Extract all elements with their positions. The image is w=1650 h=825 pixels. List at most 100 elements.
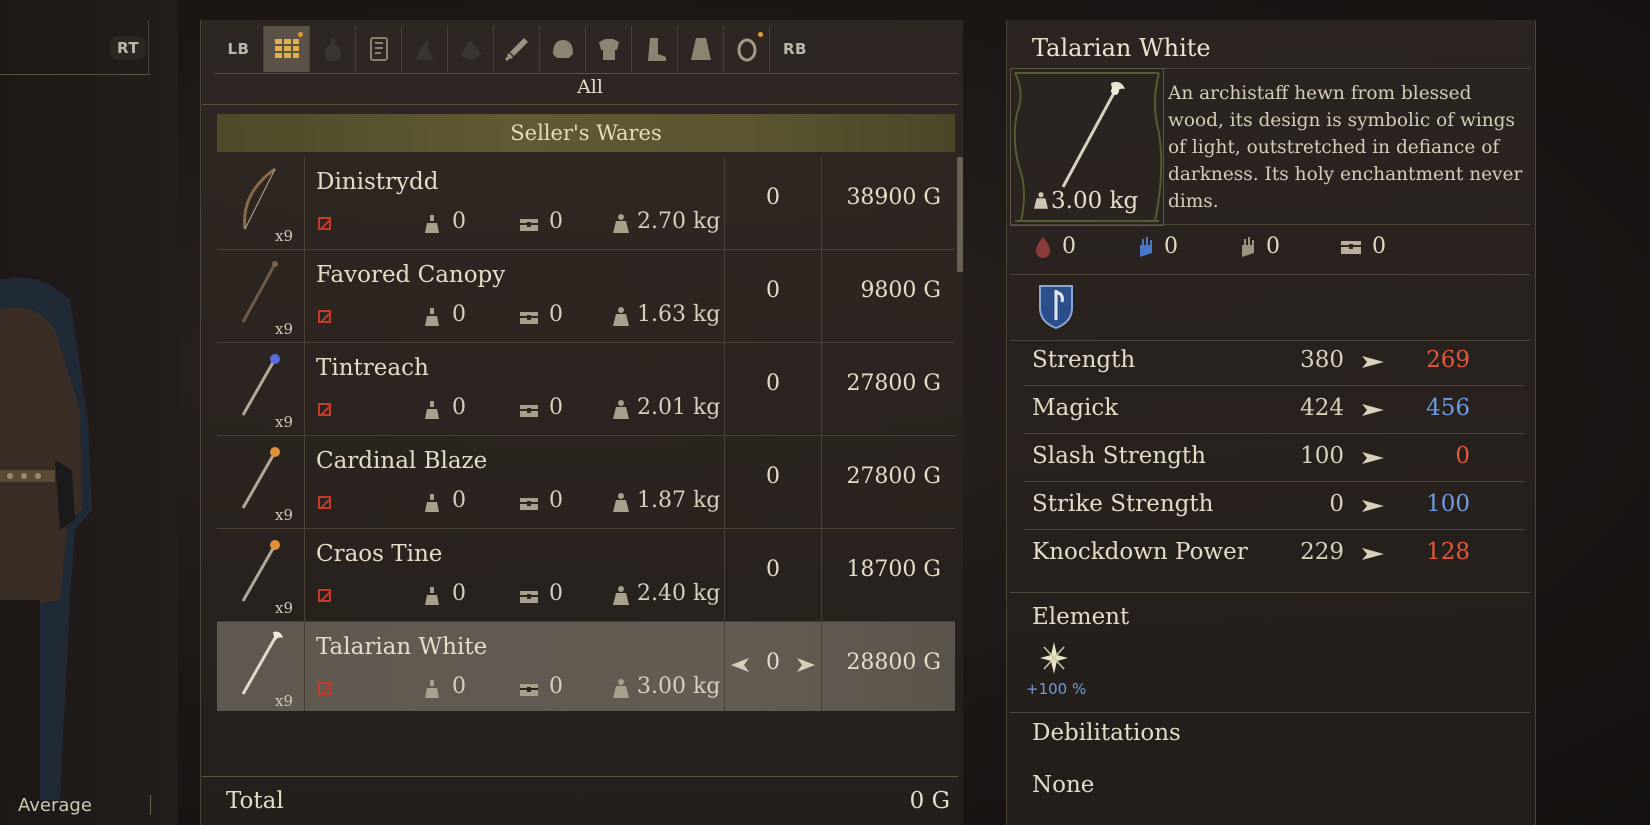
detail-title: Talarian White [1032, 34, 1211, 62]
purchase-quantity[interactable]: 0 [724, 436, 822, 528]
storage-icon [520, 405, 538, 417]
stat-current-value: 0 [1329, 491, 1344, 517]
ring-icon [737, 38, 756, 62]
tab-armor[interactable] [586, 26, 632, 72]
stat-label: Strength [1032, 347, 1136, 373]
material-icon [459, 40, 482, 60]
item-quantity: x9 [275, 227, 294, 245]
divider [1010, 224, 1530, 225]
resist-slot: 0 [1340, 234, 1442, 259]
storage-icon [520, 219, 538, 231]
arrow-right-icon [1362, 356, 1384, 368]
item-weight: 2.70 kg [637, 209, 721, 234]
hand-icon [1242, 236, 1254, 257]
divider [1010, 712, 1530, 713]
tab-cloaks[interactable] [678, 26, 724, 72]
arrow-right-icon [1362, 548, 1384, 560]
cloak-icon [690, 38, 711, 60]
helmet-icon [552, 40, 573, 58]
total-label: Total [226, 788, 284, 814]
rb-button-prompt[interactable]: RB [770, 26, 820, 72]
unusable-icon [318, 403, 331, 416]
item-quantity: x9 [275, 599, 294, 617]
stat-row: Slash Strength 100 0 [1032, 432, 1522, 482]
item-stock-count: 0 [452, 488, 466, 513]
item-storage-count: 0 [549, 488, 563, 513]
item-stock-count: 0 [452, 209, 466, 234]
weight-icon [613, 400, 629, 419]
grid-icon [274, 39, 299, 58]
unusable-icon [318, 310, 331, 323]
item-row[interactable]: x9 Craos Tine 0 0 2.40 kg 0 18700 G [217, 529, 955, 622]
detail-weight: 3.00 kg [1051, 188, 1139, 214]
lb-button-prompt[interactable]: LB [214, 26, 264, 72]
unusable-icon [318, 682, 331, 695]
item-stock-count: 0 [452, 581, 466, 606]
divider [148, 20, 149, 75]
rb-label: RB [776, 37, 814, 61]
stat-new-value: 456 [1426, 395, 1470, 421]
tab-weapons[interactable] [494, 26, 540, 72]
item-thumbnail: x9 [217, 157, 305, 249]
purchase-quantity[interactable]: 0 [724, 529, 822, 621]
weight-icon [1034, 192, 1048, 209]
unusable-icon [318, 217, 331, 230]
purchase-quantity[interactable]: 0 [724, 250, 822, 342]
section-title: Seller's Wares [510, 121, 662, 145]
tab-helmets[interactable] [540, 26, 586, 72]
resist-value: 0 [1062, 234, 1076, 259]
lb-label: LB [220, 37, 257, 61]
staff-icon [241, 261, 278, 323]
purchase-count: 0 [766, 650, 780, 675]
item-row[interactable]: x9 Talarian White 0 0 3.00 kg 0 28800 G [217, 622, 955, 711]
arrow-right-icon [1362, 500, 1384, 512]
divider [150, 795, 151, 815]
tab-materials[interactable] [448, 26, 494, 72]
storage-icon [520, 684, 538, 696]
stat-label: Strike Strength [1032, 491, 1214, 517]
purchase-quantity[interactable]: 0 [724, 157, 822, 249]
staff-orange-icon [241, 540, 280, 602]
item-thumbnail: x9 [217, 436, 305, 528]
stat-label: Knockdown Power [1032, 539, 1248, 565]
item-row[interactable]: x9 Cardinal Blaze 0 0 1.87 kg 0 27800 G [217, 436, 955, 529]
stat-new-value: 269 [1426, 347, 1470, 373]
stat-new-value: 128 [1426, 539, 1470, 565]
tab-herbs[interactable] [402, 26, 448, 72]
tab-legwear[interactable] [632, 26, 678, 72]
item-row[interactable]: x9 Dinistrydd 0 0 2.70 kg 0 38900 G [217, 157, 955, 250]
tab-all[interactable] [264, 26, 310, 72]
resist-value: 0 [1372, 234, 1386, 259]
tab-books[interactable] [356, 26, 402, 72]
stock-icon [425, 401, 439, 419]
element-label: Element [1032, 604, 1130, 630]
weight-display: 3.00 kg [1034, 188, 1138, 214]
purchase-count: 0 [766, 278, 780, 303]
item-weight: 1.63 kg [637, 302, 721, 327]
item-row[interactable]: x9 Favored Canopy 0 0 1.63 kg 0 9800 G [217, 250, 955, 343]
item-thumbnail: x9 [217, 529, 305, 621]
purchase-quantity[interactable]: 0 [724, 622, 822, 711]
tab-rings[interactable] [724, 26, 770, 72]
stat-row: Strength 380 269 [1032, 336, 1522, 386]
resist-slot: 0 [1136, 234, 1238, 259]
item-storage-count: 0 [549, 302, 563, 327]
tab-consumables[interactable] [310, 26, 356, 72]
rt-button-prompt[interactable]: RT [110, 36, 147, 60]
item-row[interactable]: x9 Tintreach 0 0 2.01 kg 0 27800 G [217, 343, 955, 436]
item-price: 28800 G [846, 650, 941, 675]
herb-icon [415, 40, 434, 60]
item-storage-count: 0 [549, 395, 563, 420]
staff-orange-icon [241, 447, 280, 509]
item-price: 9800 G [860, 278, 941, 303]
divider [0, 74, 150, 75]
stock-icon [425, 494, 439, 512]
resist-value: 0 [1164, 234, 1178, 259]
item-thumbnail: x9 [217, 343, 305, 435]
blood-resist-icon [1036, 236, 1050, 258]
scrollbar[interactable] [957, 157, 963, 272]
vocation-badge-icon [1036, 280, 1076, 330]
weight-icon [613, 493, 629, 512]
purchase-quantity[interactable]: 0 [724, 343, 822, 435]
boots-icon [647, 38, 666, 61]
